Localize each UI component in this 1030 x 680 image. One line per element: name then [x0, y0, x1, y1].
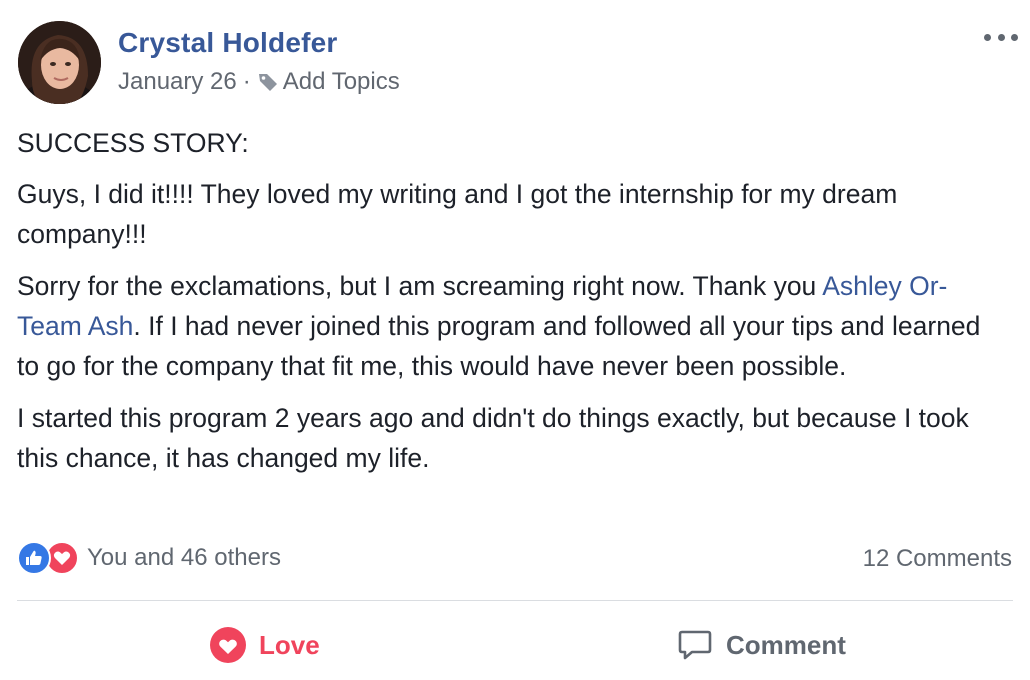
post-paragraph: Guys, I did it!!!! They loved my writing…: [17, 179, 898, 249]
facebook-post: Crystal Holdefer January 26 · Add Topics…: [0, 0, 1030, 680]
love-button[interactable]: Love: [209, 622, 320, 668]
post-paragraph: SUCCESS STORY:: [17, 128, 249, 158]
divider: [17, 600, 1013, 601]
love-button-label: Love: [259, 629, 320, 660]
more-options-icon[interactable]: [984, 24, 1018, 50]
post-meta: January 26 · Add Topics: [118, 68, 400, 96]
add-topics-link[interactable]: Add Topics: [283, 68, 400, 96]
reactions-summary[interactable]: You and 46 others: [17, 540, 281, 576]
author-name[interactable]: Crystal Holdefer: [118, 27, 338, 59]
like-icon: [17, 541, 51, 575]
paragraph-text: Sorry for the exclamations, but I am scr…: [17, 271, 823, 301]
love-reaction-icon: [209, 626, 247, 664]
comment-button[interactable]: Comment: [676, 622, 846, 668]
avatar-image: [18, 21, 101, 104]
meta-separator: ·: [242, 68, 251, 95]
comment-button-label: Comment: [726, 629, 846, 660]
comments-count[interactable]: 12 Comments: [863, 545, 1012, 573]
post-paragraph: Sorry for the exclamations, but I am scr…: [17, 266, 1007, 386]
tag-icon: [257, 71, 279, 93]
post-paragraph: I started this program 2 years ago and d…: [17, 403, 969, 473]
post-body: SUCCESS STORY: Guys, I did it!!!! They l…: [17, 123, 1007, 490]
post-date[interactable]: January 26: [118, 68, 237, 96]
comment-icon: [676, 626, 714, 664]
reaction-count[interactable]: You and 46 others: [87, 544, 281, 572]
avatar[interactable]: [18, 21, 101, 104]
paragraph-text: . If I had never joined this program and…: [17, 311, 981, 381]
